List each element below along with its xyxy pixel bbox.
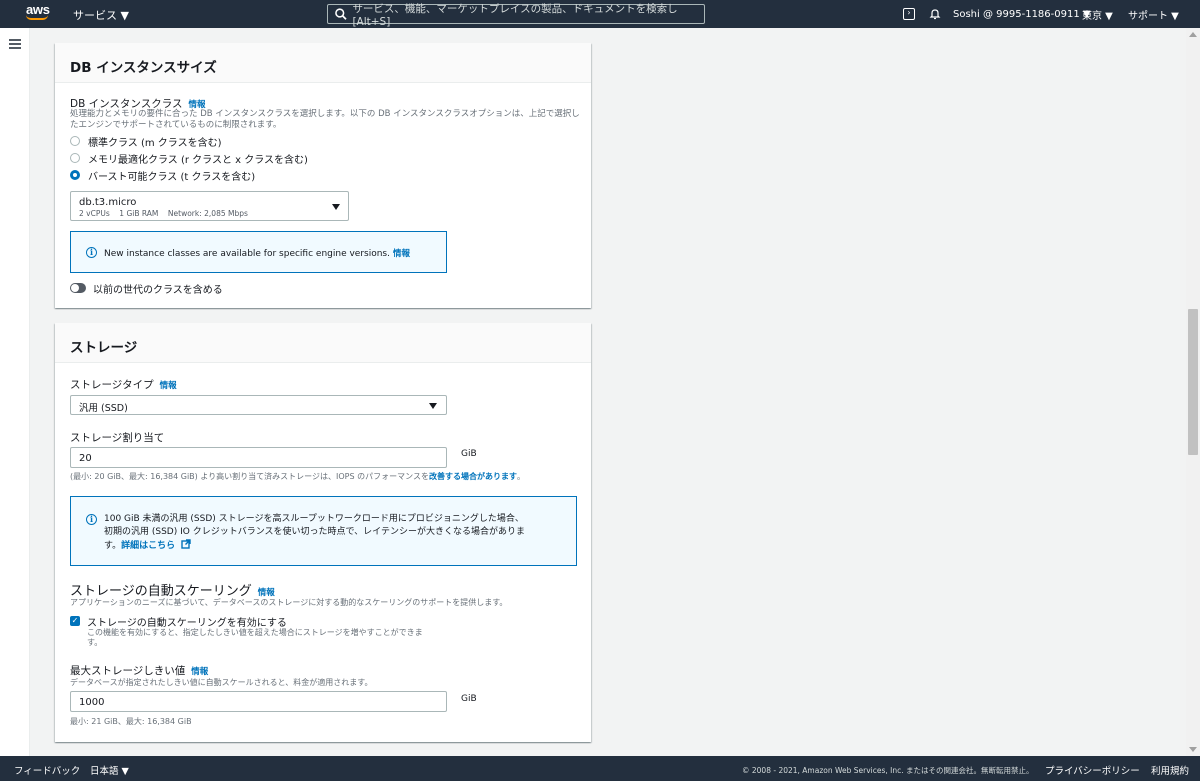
autoscaling-checkbox-desc: この機能を有効にすると、指定したしきい値を超えた場合にストレージを増やすことがで… — [87, 628, 423, 648]
max-threshold-label-text: 最大ストレージしきい値 — [70, 665, 186, 677]
notice-line-2: 初期の汎用 (SSD) IO クレジットバランスを使い切った時点で、レイテンシー… — [104, 527, 525, 537]
max-threshold-description: データベースが指定されたしきい値に自動スケールされると、料金が適用されます。 — [70, 678, 373, 687]
scroll-down-arrow-icon[interactable] — [1189, 747, 1197, 752]
autoscaling-checkbox-desc-1: この機能を有効にすると、指定したしきい値を超えた場合にストレージを増やすことがで… — [87, 628, 423, 637]
bell-icon[interactable] — [928, 7, 942, 21]
region-menu[interactable]: 東京 ▼ — [1082, 0, 1113, 28]
max-threshold-hint: 最小: 21 GiB、最大: 16,384 GiB — [70, 717, 192, 726]
radio-label-burstable: バースト可能クラス (t クラスを含む) — [88, 172, 256, 183]
radio-label-standard: 標準クラス (m クラスを含む) — [88, 138, 222, 149]
services-menu-button[interactable]: サービス ▼ — [73, 7, 129, 23]
terms-link[interactable]: 利用規約 — [1151, 763, 1189, 777]
notice-line-3-text: す。 — [104, 541, 122, 551]
max-threshold-label: 最大ストレージしきい値 情報 — [70, 663, 208, 678]
autoscaling-description: アプリケーションのニーズに基づいて、データベースのストレージに対する動的なスケー… — [70, 598, 508, 607]
notice-text-line: New instance classes are available for s… — [104, 247, 410, 259]
language-selector[interactable]: 日本語 ▼ — [90, 763, 129, 777]
notice-line-1: 100 GiB 未満の汎用 (SSD) ストレージを高スループットワークロード用… — [104, 514, 524, 524]
storage-type-select[interactable]: 汎用 (SSD) — [70, 395, 447, 415]
console-footer: フィードバック 日本語 ▼ © 2008 - 2021, Amazon Web … — [0, 756, 1200, 781]
autoscaling-checkbox[interactable]: ✓ — [70, 616, 80, 626]
aws-logo-text: aws — [26, 2, 50, 17]
radio-label-memory: メモリ最適化クラス (r クラスと x クラスを含む) — [88, 155, 308, 166]
select-detail: 2 vCPUs 1 GiB RAM Network: 2,085 Mbps — [79, 209, 248, 218]
instance-size-panel: DB インスタンスサイズ DB インスタンスクラス 情報 処理能力とメモリの要件に… — [55, 43, 591, 308]
storage-allocation-hint-text: (最小: 20 GiB、最大: 16,384 GiB) より高い割り当て済みスト… — [70, 472, 429, 481]
radio-memory-optimized-class[interactable] — [70, 153, 80, 163]
learn-more-link[interactable]: 詳細はこちら — [121, 541, 175, 551]
info-icon: i — [86, 247, 97, 258]
radio-standard-class[interactable] — [70, 136, 80, 146]
storage-type-label: ストレージタイプ 情報 — [70, 377, 177, 392]
max-threshold-unit: GiB — [461, 694, 477, 704]
support-menu[interactable]: サポート ▼ — [1128, 0, 1179, 28]
notice-text-block: 100 GiB 未満の汎用 (SSD) ストレージを高スループットワークロード用… — [104, 513, 574, 553]
previous-generation-toggle[interactable] — [70, 283, 86, 293]
feedback-link[interactable]: フィードバック — [14, 763, 80, 777]
storage-type-info-link[interactable]: 情報 — [160, 381, 177, 391]
storage-latency-notice: i 100 GiB 未満の汎用 (SSD) ストレージを高スループットワークロー… — [70, 496, 577, 566]
radio-burstable-class[interactable] — [70, 170, 80, 180]
max-threshold-input[interactable]: 1000 — [70, 691, 447, 712]
chevron-down-icon — [429, 403, 437, 409]
hamburger-menu-icon[interactable] — [9, 39, 21, 49]
chevron-down-icon — [332, 204, 340, 210]
storage-unit-label: GiB — [461, 449, 477, 459]
panel-title: ストレージ — [55, 323, 591, 363]
account-menu[interactable]: Soshi @ 9995-1186-0911 ▼ — [953, 0, 1091, 28]
search-icon — [335, 8, 347, 20]
storage-allocation-input[interactable]: 20 — [70, 447, 447, 468]
max-threshold-info-link[interactable]: 情報 — [191, 667, 208, 677]
select-value: db.t3.micro — [79, 197, 137, 208]
privacy-policy-link[interactable]: プライバシーポリシー — [1045, 763, 1140, 777]
storage-type-label-text: ストレージタイプ — [70, 379, 154, 391]
autoscaling-checkbox-desc-2: す。 — [87, 638, 103, 647]
instance-class-select[interactable]: db.t3.micro 2 vCPUs 1 GiB RAM Network: 2… — [70, 191, 349, 221]
vertical-scrollbar[interactable] — [1186, 28, 1200, 756]
scrollbar-thumb[interactable] — [1188, 309, 1198, 455]
notice-text: New instance classes are available for s… — [104, 249, 390, 259]
hint-end: 。 — [516, 472, 525, 481]
autoscaling-checkbox-label: ストレージの自動スケーリングを有効にする — [87, 618, 287, 629]
copyright-text: © 2008 - 2021, Amazon Web Services, Inc.… — [742, 766, 1034, 775]
cloudshell-icon[interactable]: › — [903, 8, 915, 20]
search-placeholder: サービス、機能、マーケットプレイスの製品、ドキュメントを検索し [Alt+S] — [352, 2, 678, 28]
new-instance-notice: i New instance classes are available for… — [70, 231, 447, 273]
panel-title: DB インスタンスサイズ — [55, 43, 591, 83]
storage-allocation-label: ストレージ割り当て — [70, 432, 165, 444]
aws-logo[interactable]: aws — [26, 2, 52, 24]
improve-performance-link[interactable]: 改善する場合があります — [429, 472, 517, 481]
instance-class-description: 処理能力とメモリの要件に合った DB インスタンスクラスを選択します。以下の D… — [70, 109, 580, 130]
storage-panel: ストレージ ストレージタイプ 情報 汎用 (SSD) ストレージ割り当て 20 G… — [55, 323, 591, 742]
side-navigation-strip — [0, 28, 30, 756]
notice-info-link[interactable]: 情報 — [393, 249, 410, 259]
global-search-input[interactable]: サービス、機能、マーケットプレイスの製品、ドキュメントを検索し [Alt+S] — [327, 3, 705, 28]
external-link-icon — [181, 539, 191, 549]
storage-allocation-hint: (最小: 20 GiB、最大: 16,384 GiB) より高い割り当て済みスト… — [70, 471, 525, 482]
info-icon: i — [86, 514, 97, 525]
notice-line-3: す。詳細はこちら — [104, 539, 574, 553]
toggle-label: 以前の世代のクラスを含める — [93, 285, 223, 296]
top-navigation-bar: aws サービス ▼ サービス、機能、マーケットプレイスの製品、ドキュメントを検… — [0, 0, 1200, 28]
storage-type-value: 汎用 (SSD) — [79, 403, 128, 414]
scroll-up-arrow-icon[interactable] — [1189, 32, 1197, 37]
